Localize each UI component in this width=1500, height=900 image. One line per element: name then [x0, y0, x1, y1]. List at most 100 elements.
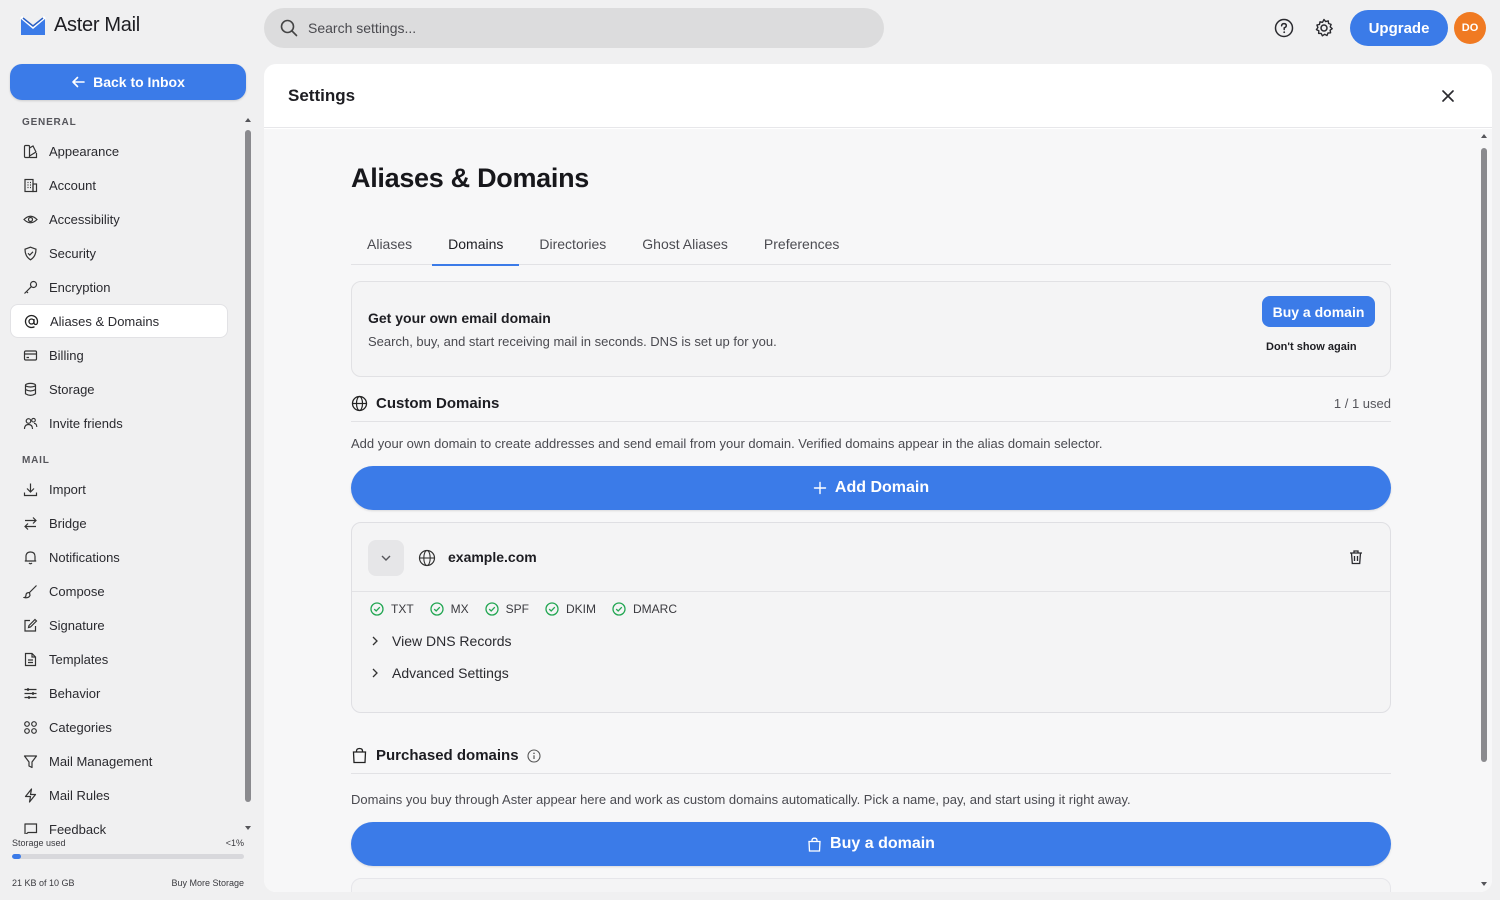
- sidebar-item-label: Security: [49, 245, 96, 261]
- gear-icon[interactable]: [1313, 17, 1335, 39]
- sidebar-scrollbar[interactable]: [244, 116, 252, 832]
- content-scrollbar[interactable]: [1479, 132, 1489, 888]
- search-input[interactable]: [308, 20, 848, 36]
- sidebar-item-categories[interactable]: Categories: [10, 710, 240, 744]
- sidebar-item-notifications[interactable]: Notifications: [10, 540, 240, 574]
- settings-panel: Settings Aliases & Domains Aliases Domai…: [264, 64, 1492, 892]
- sidebar-item-import[interactable]: Import: [10, 472, 240, 506]
- storage-percent: <1%: [225, 838, 244, 848]
- at-sign-icon: [23, 313, 39, 329]
- sidebar-item-invite-friends[interactable]: Invite friends: [10, 406, 240, 440]
- check-circle-icon: [430, 602, 444, 616]
- scroll-down-icon[interactable]: [1479, 880, 1489, 888]
- tab-aliases[interactable]: Aliases: [351, 228, 428, 265]
- dns-status-mx: MX: [430, 602, 469, 616]
- database-icon: [22, 381, 38, 397]
- sidebar-item-mail-rules[interactable]: Mail Rules: [10, 778, 240, 812]
- sidebar-item-aliases-domains[interactable]: Aliases & Domains: [10, 304, 228, 338]
- sidebar-item-feedback[interactable]: Feedback: [10, 812, 240, 834]
- domains-used-count: 1 / 1 used: [1333, 396, 1391, 411]
- dns-record-label: DKIM: [566, 602, 597, 616]
- close-icon[interactable]: [1438, 86, 1458, 106]
- expand-domain-toggle[interactable]: [368, 540, 404, 576]
- bell-icon: [22, 549, 38, 565]
- dns-record-status-list: TXT MX SPF DKIM DMARC: [370, 602, 677, 616]
- buy-more-storage-link[interactable]: Buy More Storage: [171, 878, 244, 888]
- sidebar-item-label: Bridge: [49, 515, 87, 531]
- scroll-up-icon[interactable]: [244, 116, 252, 124]
- sidebar-scroll-thumb[interactable]: [245, 130, 251, 802]
- add-domain-button[interactable]: Add Domain: [351, 466, 1391, 510]
- sidebar-item-encryption[interactable]: Encryption: [10, 270, 240, 304]
- avatar[interactable]: DO: [1454, 12, 1486, 44]
- tab-ghost-aliases[interactable]: Ghost Aliases: [626, 228, 744, 265]
- advanced-settings-label: Advanced Settings: [392, 665, 509, 681]
- buy-domain-button[interactable]: Buy a domain: [351, 822, 1391, 866]
- sidebar-item-label: Feedback: [49, 821, 107, 835]
- sidebar-item-label: Mail Rules: [49, 787, 110, 803]
- globe-icon: [351, 395, 368, 412]
- sidebar-item-security[interactable]: Security: [10, 236, 240, 270]
- sidebar-item-label: Import: [49, 481, 86, 497]
- advanced-settings-toggle[interactable]: Advanced Settings: [370, 665, 509, 681]
- tab-preferences[interactable]: Preferences: [748, 228, 855, 265]
- sidebar-item-behavior[interactable]: Behavior: [10, 676, 240, 710]
- tab-directories[interactable]: Directories: [523, 228, 622, 265]
- sidebar-item-billing[interactable]: Billing: [10, 338, 240, 372]
- sidebar-item-compose[interactable]: Compose: [10, 574, 240, 608]
- scroll-down-icon[interactable]: [244, 824, 252, 832]
- sidebar-item-bridge[interactable]: Bridge: [10, 506, 240, 540]
- trash-icon[interactable]: [1348, 549, 1364, 565]
- view-dns-records-toggle[interactable]: View DNS Records: [370, 633, 512, 649]
- chevron-right-icon: [370, 635, 380, 647]
- content-scroll-thumb[interactable]: [1481, 148, 1487, 762]
- check-circle-icon: [545, 602, 559, 616]
- custom-domains-header: Custom Domains 1 / 1 used: [351, 386, 1391, 422]
- shopping-bag-icon: [807, 837, 822, 852]
- mail-logo-icon: [20, 15, 46, 37]
- message-icon: [22, 821, 38, 834]
- brush-icon: [22, 583, 38, 599]
- arrow-left-icon: [71, 75, 85, 89]
- nav-section-general: GENERAL: [22, 117, 77, 128]
- promo-buy-domain-button[interactable]: Buy a domain: [1262, 296, 1375, 327]
- sidebar-item-label: Categories: [49, 719, 112, 735]
- view-dns-records-label: View DNS Records: [392, 633, 512, 649]
- sidebar-item-label: Appearance: [49, 143, 120, 159]
- sidebar-item-label: Behavior: [49, 685, 101, 701]
- sidebar-item-mail-management[interactable]: Mail Management: [10, 744, 240, 778]
- tab-domains[interactable]: Domains: [432, 228, 520, 266]
- sidebar-item-appearance[interactable]: Appearance: [10, 134, 240, 168]
- sidebar-item-label: Billing: [49, 347, 84, 363]
- settings-search[interactable]: [264, 8, 884, 48]
- dns-status-txt: TXT: [370, 602, 414, 616]
- search-icon: [280, 19, 298, 37]
- key-icon: [22, 279, 38, 295]
- dns-status-spf: SPF: [485, 602, 529, 616]
- app-logo[interactable]: Aster Mail: [20, 14, 140, 37]
- scroll-up-icon[interactable]: [1479, 132, 1489, 140]
- back-to-inbox-button[interactable]: Back to Inbox: [10, 64, 246, 100]
- custom-domains-title: Custom Domains: [376, 395, 500, 412]
- dns-status-dkim: DKIM: [545, 602, 596, 616]
- page-title: Aliases & Domains: [351, 163, 589, 193]
- purchased-domains-list: [351, 878, 1391, 892]
- building-icon: [22, 177, 38, 193]
- sliders-icon: [22, 685, 38, 701]
- domain-card-header: example.com: [352, 523, 1390, 592]
- sidebar-item-templates[interactable]: Templates: [10, 642, 240, 676]
- chevron-down-icon: [380, 552, 392, 564]
- sidebar-item-storage[interactable]: Storage: [10, 372, 240, 406]
- upgrade-button[interactable]: Upgrade: [1350, 10, 1448, 46]
- dont-show-again-link[interactable]: Don't show again: [1266, 341, 1357, 353]
- sidebar-item-account[interactable]: Account: [10, 168, 240, 202]
- info-icon[interactable]: [526, 748, 541, 763]
- sidebar-item-signature[interactable]: Signature: [10, 608, 240, 642]
- storage-label: Storage used: [12, 838, 66, 848]
- purchased-domains-description: Domains you buy through Aster appear her…: [351, 792, 1131, 807]
- sidebar-item-label: Mail Management: [49, 753, 153, 769]
- help-icon[interactable]: [1273, 17, 1295, 39]
- sidebar-item-accessibility[interactable]: Accessibility: [10, 202, 240, 236]
- storage-meter: Storage used <1% 21 KB of 10 GB Buy More…: [12, 838, 244, 888]
- sidebar-item-label: Encryption: [49, 279, 111, 295]
